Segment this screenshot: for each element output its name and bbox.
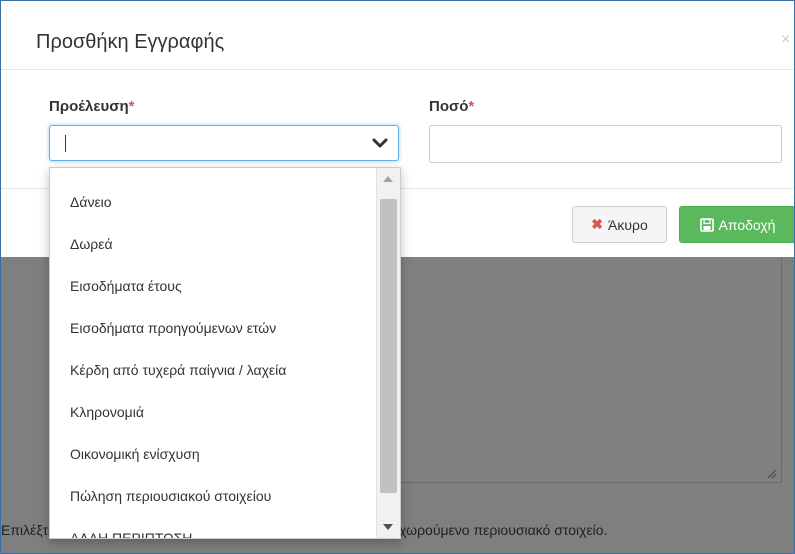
dropdown-option[interactable]: Δωρεά (70, 236, 113, 252)
origin-dropdown[interactable]: Δάνειο Δωρεά Εισοδήματα έτους Εισοδήματα… (49, 167, 401, 539)
dropdown-option[interactable]: ΑΛΛΗ ΠΕΡΙΠΤΩΣΗ (70, 530, 192, 538)
origin-select[interactable] (49, 125, 399, 161)
accept-button[interactable]: Αποδοχή (679, 206, 794, 243)
dropdown-scrollbar[interactable] (376, 168, 400, 538)
amount-input[interactable] (429, 125, 782, 163)
modal-title: Προσθήκη Εγγραφής (36, 31, 225, 53)
close-icon[interactable]: × (781, 31, 790, 49)
resize-grip-icon (767, 469, 777, 479)
scroll-down-arrow-icon[interactable] (383, 524, 393, 530)
cancel-button-label: Άκυρο (607, 216, 648, 233)
required-mark: * (128, 98, 135, 115)
required-mark: * (468, 98, 475, 115)
dropdown-option[interactable]: Κέρδη από τυχερά παίγνια / λαχεία (70, 362, 286, 378)
x-mark-icon: ✖ (591, 216, 603, 232)
scroll-thumb[interactable] (380, 199, 397, 493)
dropdown-option[interactable]: Κληρονομιά (70, 404, 144, 420)
cancel-button[interactable]: ✖ Άκυρο (572, 206, 667, 243)
floppy-disk-icon (699, 217, 714, 232)
screen: Προσθήκη Εγγραφής × Προέλευση* Ποσό* ✖ Ά… (0, 0, 795, 554)
accept-button-label: Αποδοχή (718, 216, 776, 233)
modal-header: Προσθήκη Εγγραφής × (1, 1, 794, 70)
dropdown-option[interactable]: Εισοδήματα προηγούμενων ετών (70, 320, 276, 336)
scroll-up-arrow-icon[interactable] (383, 176, 393, 182)
amount-label-text: Ποσό (429, 98, 469, 115)
dropdown-option[interactable]: Δάνειο (70, 194, 112, 210)
origin-label-text: Προέλευση (49, 98, 129, 115)
chevron-down-icon[interactable] (372, 135, 388, 151)
dropdown-option[interactable]: Οικονομική ενίσχυση (70, 446, 200, 462)
dropdown-option[interactable]: Εισοδήματα έτους (70, 278, 182, 294)
dropdown-option[interactable]: Πώληση περιουσιακού στοιχείου (70, 488, 271, 504)
origin-label: Προέλευση* (49, 98, 135, 115)
amount-label: Ποσό* (429, 98, 474, 115)
text-caret (65, 135, 66, 152)
